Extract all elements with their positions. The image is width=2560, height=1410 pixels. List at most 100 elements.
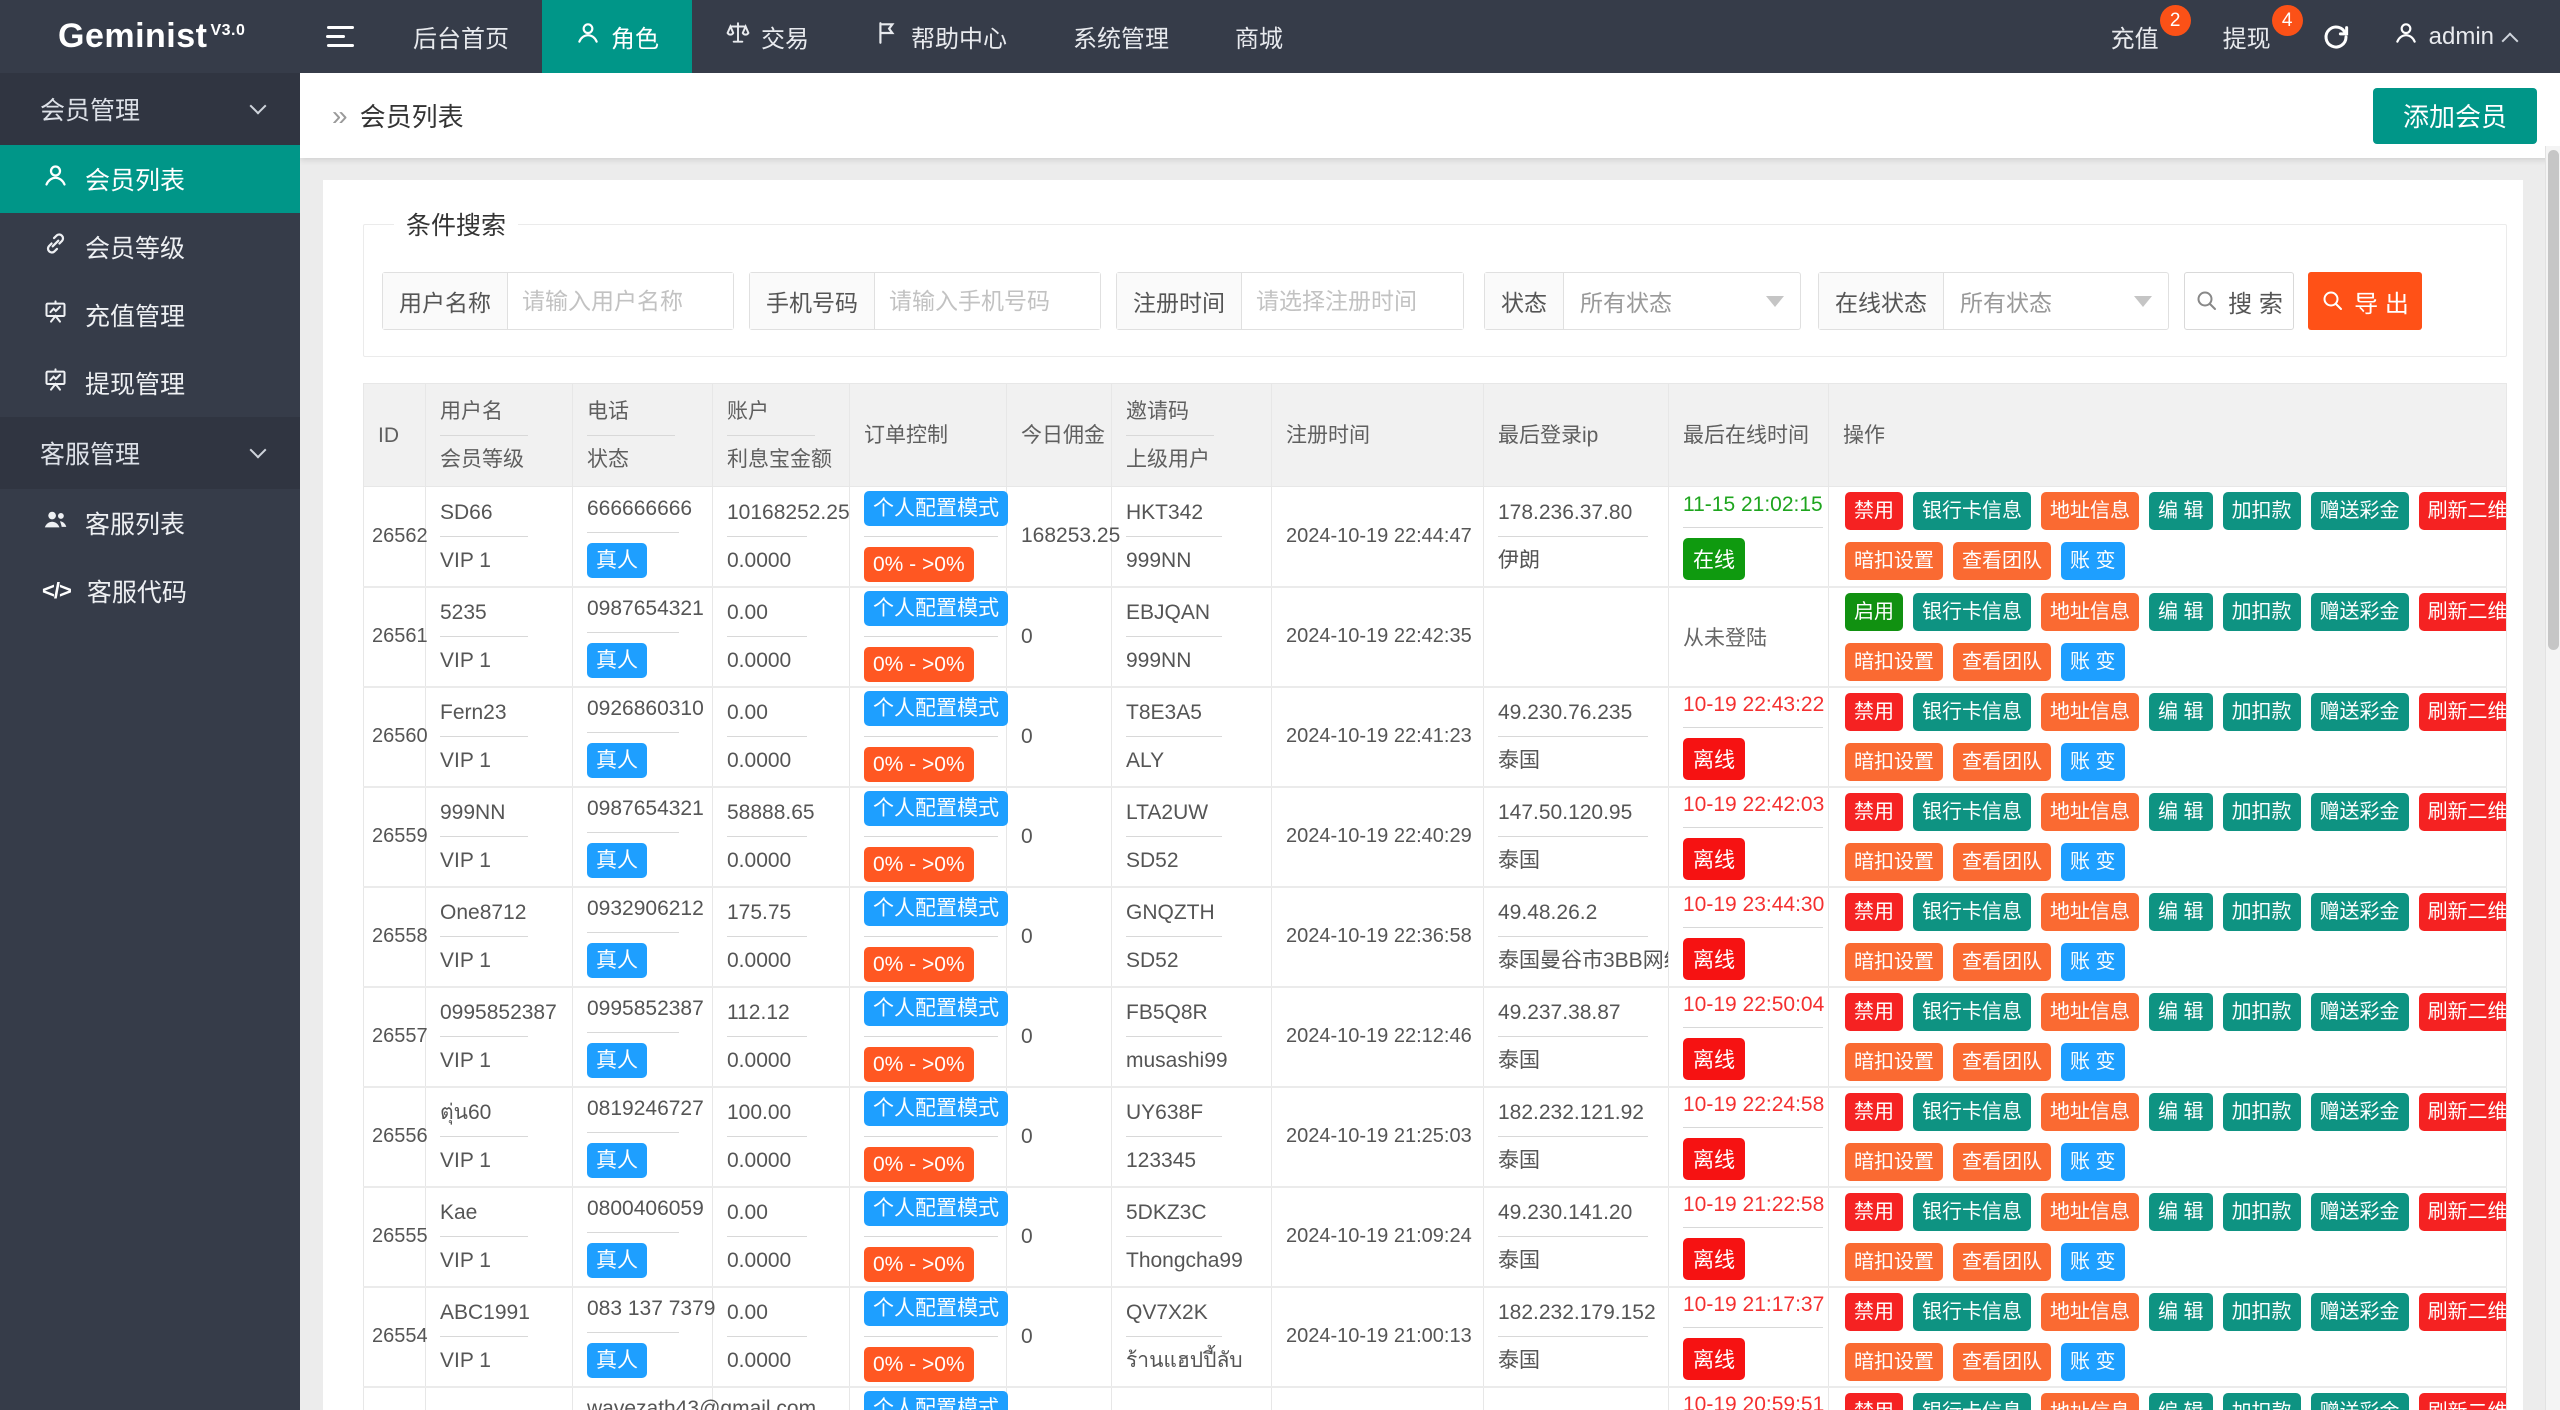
action-button[interactable]: 赠送彩金	[2311, 1193, 2409, 1231]
action-button[interactable]: 赠送彩金	[2311, 693, 2409, 731]
toggle-status-button[interactable]: 禁用	[1845, 1293, 1903, 1331]
action-button[interactable]: 编 辑	[2149, 693, 2213, 731]
action-button[interactable]: 加扣款	[2223, 593, 2301, 631]
nav-item-mall[interactable]: 商城	[1202, 0, 1316, 73]
action-button[interactable]: 加扣款	[2223, 693, 2301, 731]
action-button[interactable]: 编 辑	[2149, 593, 2213, 631]
action-button[interactable]: 赠送彩金	[2311, 492, 2409, 530]
action-button[interactable]: 地址信息	[2041, 693, 2139, 731]
action-button[interactable]: 赠送彩金	[2311, 1393, 2409, 1410]
action-button[interactable]: 账 变	[2061, 743, 2125, 781]
action-button[interactable]: 账 变	[2061, 643, 2125, 681]
action-button[interactable]: 加扣款	[2223, 1393, 2301, 1410]
action-button[interactable]: 刷新二维码	[2419, 1293, 2506, 1331]
action-button[interactable]: 刷新二维码	[2419, 993, 2506, 1031]
action-button[interactable]: 刷新二维码	[2419, 1093, 2506, 1131]
action-button[interactable]: 账 变	[2061, 1343, 2125, 1381]
action-button[interactable]: 查看团队	[1953, 1243, 2051, 1281]
toggle-status-button[interactable]: 启用	[1845, 593, 1903, 631]
action-button[interactable]: 查看团队	[1953, 1343, 2051, 1381]
sidebar-group-members[interactable]: 会员管理	[0, 73, 300, 145]
action-button[interactable]: 编 辑	[2149, 793, 2213, 831]
action-button[interactable]: 编 辑	[2149, 893, 2213, 931]
action-button[interactable]: 加扣款	[2223, 1093, 2301, 1131]
action-button[interactable]: 银行卡信息	[1913, 1393, 2031, 1410]
action-button[interactable]: 刷新二维码	[2419, 1193, 2506, 1231]
action-button[interactable]: 编 辑	[2149, 492, 2213, 530]
action-button[interactable]: 银行卡信息	[1913, 993, 2031, 1031]
action-button[interactable]: 账 变	[2061, 1143, 2125, 1181]
action-button[interactable]: 查看团队	[1953, 643, 2051, 681]
toggle-status-button[interactable]: 禁用	[1845, 893, 1903, 931]
action-button[interactable]: 银行卡信息	[1913, 593, 2031, 631]
add-member-button[interactable]: 添加会员	[2373, 88, 2537, 144]
sidebar-item-member-list[interactable]: 会员列表	[0, 145, 300, 213]
action-button[interactable]: 编 辑	[2149, 1193, 2213, 1231]
action-button[interactable]: 编 辑	[2149, 1093, 2213, 1131]
action-button[interactable]: 赠送彩金	[2311, 1293, 2409, 1331]
action-button[interactable]: 账 变	[2061, 843, 2125, 881]
action-button[interactable]: 账 变	[2061, 943, 2125, 981]
action-button[interactable]: 查看团队	[1953, 943, 2051, 981]
action-button[interactable]: 账 变	[2061, 1243, 2125, 1281]
action-button[interactable]: 暗扣设置	[1845, 1043, 1943, 1081]
action-button[interactable]: 赠送彩金	[2311, 1093, 2409, 1131]
action-button[interactable]: 银行卡信息	[1913, 1093, 2031, 1131]
sidebar-group-service[interactable]: 客服管理	[0, 417, 300, 489]
action-button[interactable]: 加扣款	[2223, 1193, 2301, 1231]
scrollbar-thumb[interactable]	[2548, 150, 2559, 650]
action-button[interactable]: 账 变	[2061, 542, 2125, 580]
action-button[interactable]: 地址信息	[2041, 993, 2139, 1031]
toggle-status-button[interactable]: 禁用	[1845, 1193, 1903, 1231]
action-button[interactable]: 地址信息	[2041, 1393, 2139, 1410]
action-button[interactable]: 查看团队	[1953, 1143, 2051, 1181]
toggle-status-button[interactable]: 禁用	[1845, 1093, 1903, 1131]
action-button[interactable]: 地址信息	[2041, 492, 2139, 530]
action-button[interactable]: 编 辑	[2149, 993, 2213, 1031]
action-button[interactable]: 地址信息	[2041, 1293, 2139, 1331]
action-button[interactable]: 地址信息	[2041, 893, 2139, 931]
nav-item-trade[interactable]: 交易	[692, 0, 842, 73]
action-button[interactable]: 赠送彩金	[2311, 893, 2409, 931]
toggle-status-button[interactable]: 禁用	[1845, 492, 1903, 530]
action-button[interactable]: 暗扣设置	[1845, 542, 1943, 580]
username-input[interactable]	[508, 273, 733, 329]
nav-item-system[interactable]: 系统管理	[1040, 0, 1202, 73]
action-button[interactable]: 暗扣设置	[1845, 743, 1943, 781]
action-button[interactable]: 赠送彩金	[2311, 593, 2409, 631]
regtime-input[interactable]	[1242, 273, 1463, 329]
status-select[interactable]: 所有状态	[1564, 273, 1800, 329]
action-button[interactable]: 银行卡信息	[1913, 693, 2031, 731]
action-button[interactable]: 账 变	[2061, 1043, 2125, 1081]
sidebar-item-member-level[interactable]: 会员等级	[0, 213, 300, 281]
toggle-status-button[interactable]: 禁用	[1845, 993, 1903, 1031]
action-button[interactable]: 地址信息	[2041, 1193, 2139, 1231]
sidebar-toggle-icon[interactable]	[300, 0, 380, 73]
toggle-status-button[interactable]: 禁用	[1845, 693, 1903, 731]
action-button[interactable]: 暗扣设置	[1845, 643, 1943, 681]
nav-item-help[interactable]: 帮助中心	[842, 0, 1040, 73]
action-button[interactable]: 查看团队	[1953, 1043, 2051, 1081]
action-button[interactable]: 加扣款	[2223, 893, 2301, 931]
action-button[interactable]: 编 辑	[2149, 1293, 2213, 1331]
action-button[interactable]: 暗扣设置	[1845, 1143, 1943, 1181]
action-button[interactable]: 地址信息	[2041, 1093, 2139, 1131]
action-button[interactable]: 查看团队	[1953, 542, 2051, 580]
action-button[interactable]: 暗扣设置	[1845, 943, 1943, 981]
vertical-scrollbar[interactable]	[2545, 146, 2560, 1410]
action-button[interactable]: 暗扣设置	[1845, 843, 1943, 881]
action-button[interactable]: 银行卡信息	[1913, 1293, 2031, 1331]
refresh-icon[interactable]	[2303, 0, 2369, 73]
action-button[interactable]: 赠送彩金	[2311, 793, 2409, 831]
action-button[interactable]: 查看团队	[1953, 843, 2051, 881]
online-status-select[interactable]: 所有状态	[1944, 273, 2168, 329]
action-button[interactable]: 编 辑	[2149, 1393, 2213, 1410]
sidebar-item-service-code[interactable]: </> 客服代码	[0, 557, 300, 625]
export-button[interactable]: 导 出	[2308, 272, 2422, 330]
action-button[interactable]: 地址信息	[2041, 793, 2139, 831]
toggle-status-button[interactable]: 禁用	[1845, 1393, 1903, 1410]
action-button[interactable]: 查看团队	[1953, 743, 2051, 781]
search-button[interactable]: 搜 索	[2184, 272, 2294, 330]
action-button[interactable]: 加扣款	[2223, 492, 2301, 530]
action-button[interactable]: 刷新二维码	[2419, 693, 2506, 731]
